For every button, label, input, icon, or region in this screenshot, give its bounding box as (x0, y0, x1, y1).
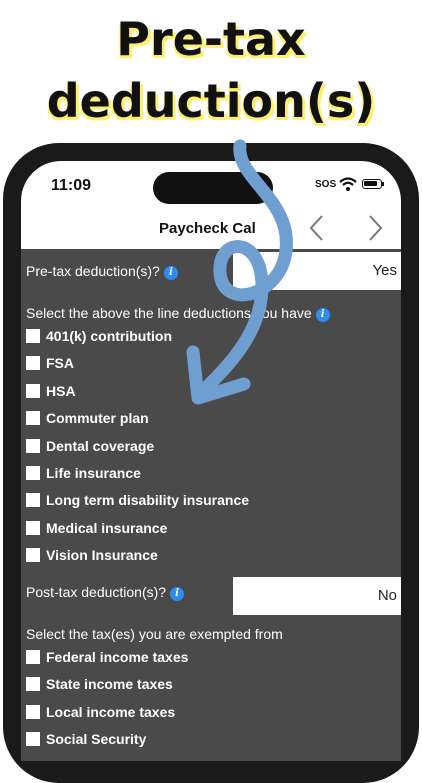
above-line-checkbox-row[interactable]: Medical insurance (26, 520, 167, 540)
checkbox-label: Social Security (46, 731, 147, 748)
checkbox[interactable] (26, 356, 40, 371)
info-icon[interactable]: i (315, 308, 330, 322)
exempt-checkbox-row[interactable]: Social Security (26, 731, 146, 751)
sos-indicator: SOS (315, 179, 337, 190)
checkbox[interactable] (26, 677, 40, 692)
checkbox[interactable] (26, 520, 40, 535)
battery-icon (362, 179, 384, 189)
form-panel: Pre-tax deduction(s)? i Yes Select the ab… (21, 249, 401, 761)
above-line-checkbox-row[interactable]: Vision Insurance (26, 547, 158, 567)
pretax-select[interactable]: Yes (233, 252, 401, 290)
above-line-checkbox-row[interactable]: Dental coverage (26, 438, 154, 458)
checkbox[interactable] (26, 466, 40, 480)
checkbox-label: Long term disability insurance (46, 492, 250, 509)
posttax-label: Post-tax deduction(s)? (26, 584, 167, 600)
checkbox-label: Federal income taxes (46, 649, 189, 665)
exempt-checkbox-row[interactable]: Local income taxes (26, 704, 175, 724)
above-line-row: Select the above the line deductions you… (26, 305, 330, 322)
checkbox-label: Commuter plan (46, 410, 149, 427)
headline-line-1: Pre-tax (116, 12, 306, 66)
above-line-checkbox-row[interactable]: HSA (26, 383, 76, 403)
exempt-label: Select the tax(es) you are exempted from (26, 626, 283, 642)
checkbox-label: 401(k) contribution (46, 328, 173, 344)
above-line-checkbox-row[interactable]: FSA (26, 355, 74, 375)
phone-screen: 11:09 SOS Paycheck Cal Pre-tax deduction… (21, 161, 401, 761)
above-line-checkbox-row[interactable]: Commuter plan (26, 410, 149, 430)
above-line-checkbox-row[interactable]: Life insurance (26, 465, 141, 485)
checkbox[interactable] (26, 704, 40, 719)
checkbox[interactable] (26, 411, 40, 426)
chevron-left-icon[interactable] (307, 214, 327, 242)
posttax-row: Post-tax deduction(s)? i (26, 584, 185, 601)
checkbox[interactable] (26, 650, 40, 664)
headline-line-2: deduction(s) (46, 74, 376, 128)
posttax-select[interactable]: No (233, 577, 401, 615)
exempt-checkbox-row[interactable]: Federal income taxes (26, 649, 188, 669)
pretax-row: Pre-tax deduction(s)? i (26, 263, 178, 280)
status-time: 11:09 (51, 177, 92, 194)
checkbox-label: Life insurance (46, 465, 141, 481)
checkbox-label: FSA (46, 355, 74, 372)
above-line-checkbox-row[interactable]: Long term disability insurance (26, 492, 249, 512)
exempt-checkbox-row[interactable]: State income taxes (26, 676, 173, 696)
checkbox-label: Vision Insurance (46, 547, 158, 564)
checkbox-label: Local income taxes (46, 703, 176, 720)
status-bar: 11:09 SOS (21, 161, 401, 211)
checkbox-label: Dental coverage (46, 437, 155, 454)
checkbox[interactable] (26, 732, 40, 747)
chevron-right-icon[interactable] (365, 214, 385, 242)
above-line-label: Select the above the line deductions you… (26, 305, 312, 321)
pretax-label: Pre-tax deduction(s)? (26, 263, 160, 279)
checkbox[interactable] (26, 383, 40, 398)
checkbox-label: State income taxes (46, 676, 173, 693)
wifi-icon (339, 177, 357, 191)
headline: Pre-tax deduction(s) (0, 8, 422, 132)
nav-title: Paycheck Cal (159, 220, 256, 237)
info-icon[interactable]: i (170, 587, 185, 601)
info-icon[interactable]: i (163, 266, 178, 280)
checkbox-label: HSA (46, 382, 76, 399)
checkbox[interactable] (26, 493, 40, 508)
above-line-checkbox-row[interactable]: 401(k) contribution (26, 328, 172, 348)
checkbox-label: Medical insurance (46, 519, 168, 536)
checkbox[interactable] (26, 438, 40, 453)
dynamic-island (153, 172, 273, 204)
checkbox[interactable] (26, 329, 40, 343)
checkbox[interactable] (26, 548, 40, 563)
